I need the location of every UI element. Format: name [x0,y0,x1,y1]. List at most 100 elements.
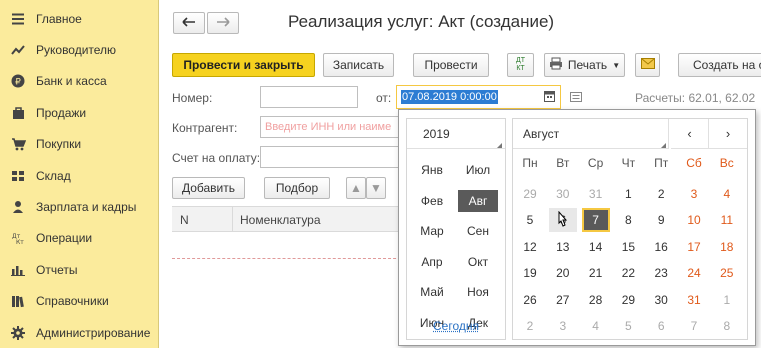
create-based-on-button[interactable]: Создать на ос [678,53,761,77]
month-option[interactable]: Июл [458,159,498,181]
save-button[interactable]: Записать [323,53,394,77]
today-link[interactable]: Сегодня [407,319,505,333]
forward-button[interactable] [207,12,239,34]
calendar-day[interactable]: 16 [647,235,675,259]
date-field[interactable]: 07.08.2019 0:00:00 [396,85,561,109]
calendar-day[interactable]: 29 [516,182,544,206]
sidebar-item-label: Справочники [36,294,109,308]
calendar-day[interactable]: 15 [614,235,642,259]
pick-button[interactable]: Подбор [264,177,330,199]
calendar-day[interactable]: 13 [549,235,577,259]
counterparty-field[interactable]: Введите ИНН или наиме [260,116,400,138]
calendar-day[interactable]: 28 [582,288,610,312]
calendar-day[interactable]: 10 [680,208,708,232]
calendar-day[interactable]: 19 [516,261,544,285]
sidebar-item-3[interactable]: Продажи [0,97,159,128]
calendar-day[interactable]: 14 [582,235,610,259]
calendar-day[interactable]: 8 [614,208,642,232]
sidebar-item-2[interactable]: ₽ Банк и касса [0,66,159,97]
year-selector[interactable]: 2019 [407,119,505,149]
dt-kt-button[interactable]: ДТ КТ [507,53,534,77]
sidebar-item-5[interactable]: Склад [0,160,159,191]
email-button[interactable] [635,53,660,77]
arrow-right-icon [216,16,230,30]
print-label: Печать [568,58,607,72]
calendar-day[interactable]: 5 [516,208,544,232]
details-icon[interactable] [570,91,582,105]
month-option[interactable]: Авг [458,190,498,212]
sidebar-item-9[interactable]: Справочники [0,286,159,317]
print-button[interactable]: Печать ▼ [544,53,625,77]
invoice-field[interactable] [260,146,400,168]
calendar-day[interactable]: 22 [614,261,642,285]
back-button[interactable] [173,12,205,34]
calendar-day[interactable]: 2 [516,314,544,338]
post-and-close-button[interactable]: Провести и закрыть [172,53,315,77]
calendar-icon[interactable] [544,90,555,105]
calendar-day[interactable]: 7 [582,208,610,232]
calendar-day[interactable]: 25 [713,261,741,285]
bag-icon [0,106,36,120]
calendar-day[interactable]: 20 [549,261,577,285]
calendar-day[interactable]: 29 [614,288,642,312]
sidebar-item-4[interactable]: Покупки [0,129,159,160]
calendar-day[interactable]: 21 [582,261,610,285]
next-month-button[interactable]: › [709,119,747,149]
calendar-day[interactable]: 27 [549,288,577,312]
calendar-day[interactable]: 1 [713,288,741,312]
sidebar-item-7[interactable]: Дт Кт Операции [0,223,159,254]
calendar-day[interactable]: 8 [713,314,741,338]
calendar-day[interactable]: 18 [713,235,741,259]
move-up-button[interactable]: ▲ [346,177,366,199]
calendar-day[interactable]: 2 [647,182,675,206]
sidebar-item-6[interactable]: Зарплата и кадры [0,191,159,222]
calendar-day[interactable]: 1 [614,182,642,206]
calendar-day[interactable]: 30 [549,182,577,206]
calendar-day[interactable]: 3 [549,314,577,338]
month-option[interactable]: Май [412,281,452,303]
calendar-day[interactable]: 4 [582,314,610,338]
month-option[interactable]: Окт [458,251,498,273]
month-option[interactable]: Мар [412,220,452,242]
calendar-day[interactable]: 26 [516,288,544,312]
prev-month-button[interactable]: ‹ [671,119,709,149]
sidebar-item-label: Руководителю [36,43,116,57]
arrow-up-icon: ▲ [350,181,362,195]
calendar-day[interactable]: 24 [680,261,708,285]
calendar-day[interactable]: 30 [647,288,675,312]
calendar-day[interactable]: 17 [680,235,708,259]
month-option[interactable]: Янв [412,159,452,181]
calendar-day[interactable]: 7 [680,314,708,338]
month-option[interactable]: Сен [458,220,498,242]
move-down-button[interactable]: ▼ [366,177,386,199]
month-selector[interactable]: Август [513,119,669,149]
calendar-day[interactable]: 9 [647,208,675,232]
month-option[interactable]: Апр [412,251,452,273]
sidebar-item-8[interactable]: Отчеты [0,254,159,285]
calendar-day[interactable]: 6 [647,314,675,338]
arrow-left-icon [182,16,196,30]
sidebar-item-label: Отчеты [36,263,77,277]
calendar-day[interactable]: 11 [713,208,741,232]
accounts-info[interactable]: Расчеты: 62.01, 62.02 [635,91,755,105]
calendar-day[interactable]: 23 [647,261,675,285]
calendar-day[interactable]: 4 [713,182,741,206]
calendar-day[interactable]: 3 [680,182,708,206]
calendar-day[interactable]: 31 [680,288,708,312]
sidebar-item-0[interactable]: Главное [0,3,159,34]
column-n[interactable]: N [180,213,189,227]
add-row-button[interactable]: Добавить [172,177,245,199]
month-option[interactable]: Фев [412,190,452,212]
sidebar-item-1[interactable]: Руководителю [0,34,159,65]
sidebar-item-10[interactable]: Администрирование [0,317,159,348]
counterparty-label: Контрагент: [172,121,237,135]
weekday-header: Вт [547,156,579,170]
calendar-day[interactable]: 31 [582,182,610,206]
calendar-day[interactable]: 12 [516,235,544,259]
column-nomenclature[interactable]: Номенклатура [240,213,321,227]
number-field[interactable] [260,86,358,108]
post-button[interactable]: Провести [413,53,489,77]
app-window: Главное Руководителю ₽ Банк и касса Продажи П… [0,0,761,348]
month-option[interactable]: Ноя [458,281,498,303]
calendar-day[interactable]: 5 [614,314,642,338]
